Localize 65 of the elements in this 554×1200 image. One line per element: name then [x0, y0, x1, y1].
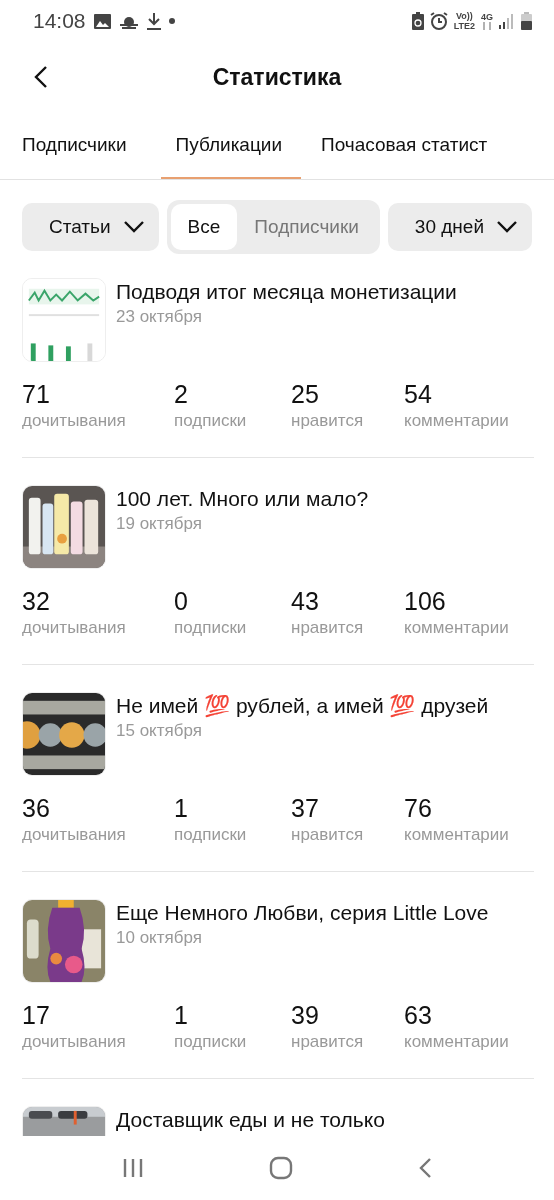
post-title[interactable]: 100 лет. Много или мало? [116, 487, 369, 511]
alarm-icon [429, 12, 448, 30]
stat-label: комментарии [404, 825, 509, 845]
back-nav-button[interactable] [417, 1157, 432, 1179]
dot-icon [168, 18, 175, 24]
stat-value: 71 [22, 380, 50, 409]
period-dropdown[interactable]: 30 дней [387, 203, 533, 251]
download-icon [146, 12, 161, 30]
tab[interactable]: Почасовая статист [301, 112, 508, 179]
post-date: 15 октября [116, 721, 203, 741]
stat-value: 25 [291, 380, 319, 409]
post-date: 23 октября [116, 307, 203, 327]
stat-label: комментарии [404, 411, 509, 431]
stat-label: подписки [174, 1032, 247, 1052]
post-date: 19 октября [116, 514, 203, 534]
signal-icon [499, 13, 515, 29]
stat-label: нравится [291, 825, 364, 845]
tab[interactable]: Публикации [160, 112, 302, 179]
stat-value: 76 [404, 794, 432, 823]
chevron-down-icon [496, 220, 519, 234]
stat-label: комментарии [404, 1032, 509, 1052]
stat-label: нравится [291, 411, 364, 431]
post-title[interactable]: Подводя итог месяца монетизации [116, 280, 457, 304]
stat-value: 37 [291, 794, 319, 823]
image-icon [93, 13, 111, 29]
post-title[interactable]: Не имей 💯 рублей, а имей 💯 друзей [116, 694, 489, 718]
lte-label: LTE2 [453, 21, 475, 31]
status-time: 14:08 [33, 9, 86, 33]
stat-label: дочитывания [22, 618, 126, 638]
home-button[interactable] [269, 1156, 293, 1180]
type-dropdown[interactable]: Статьи [22, 203, 159, 251]
battery-saver-icon [411, 12, 424, 30]
stat-value: 1 [174, 1001, 188, 1030]
volte-label: Vo)) [455, 11, 473, 21]
stat-value: 106 [404, 587, 446, 616]
screen-title: Статистика [212, 63, 342, 90]
stat-label: нравится [291, 1032, 364, 1052]
stat-value: 32 [22, 587, 50, 616]
post-date: 10 октября [116, 928, 203, 948]
chevron-down-icon [122, 220, 145, 234]
stat-value: 17 [22, 1001, 50, 1030]
stat-value: 54 [404, 380, 432, 409]
stat-label: подписки [174, 618, 247, 638]
network-label: 4G [481, 12, 493, 22]
stat-label: подписки [174, 411, 247, 431]
segment-option[interactable]: Подписчики [237, 204, 376, 250]
stat-value: 39 [291, 1001, 319, 1030]
stat-value: 63 [404, 1001, 432, 1030]
recent-apps-button[interactable] [122, 1158, 145, 1178]
segment-option[interactable]: Все [170, 204, 238, 250]
stat-label: дочитывания [22, 1032, 126, 1052]
stat-value: 0 [174, 587, 188, 616]
post-title[interactable]: Доставщик еды и не только [116, 1108, 385, 1132]
stat-label: подписки [174, 825, 247, 845]
battery-icon [521, 12, 532, 30]
post-title[interactable]: Еще Немного Любви, серия Little Love [116, 901, 489, 925]
stat-label: дочитывания [22, 825, 126, 845]
stat-value: 2 [174, 380, 188, 409]
stat-label: комментарии [404, 618, 509, 638]
stat-label: нравится [291, 618, 364, 638]
stat-value: 36 [22, 794, 50, 823]
tab[interactable]: Подписчики [0, 112, 147, 179]
stat-value: 1 [174, 794, 188, 823]
stat-value: 43 [291, 587, 319, 616]
stat-label: дочитывания [22, 411, 126, 431]
